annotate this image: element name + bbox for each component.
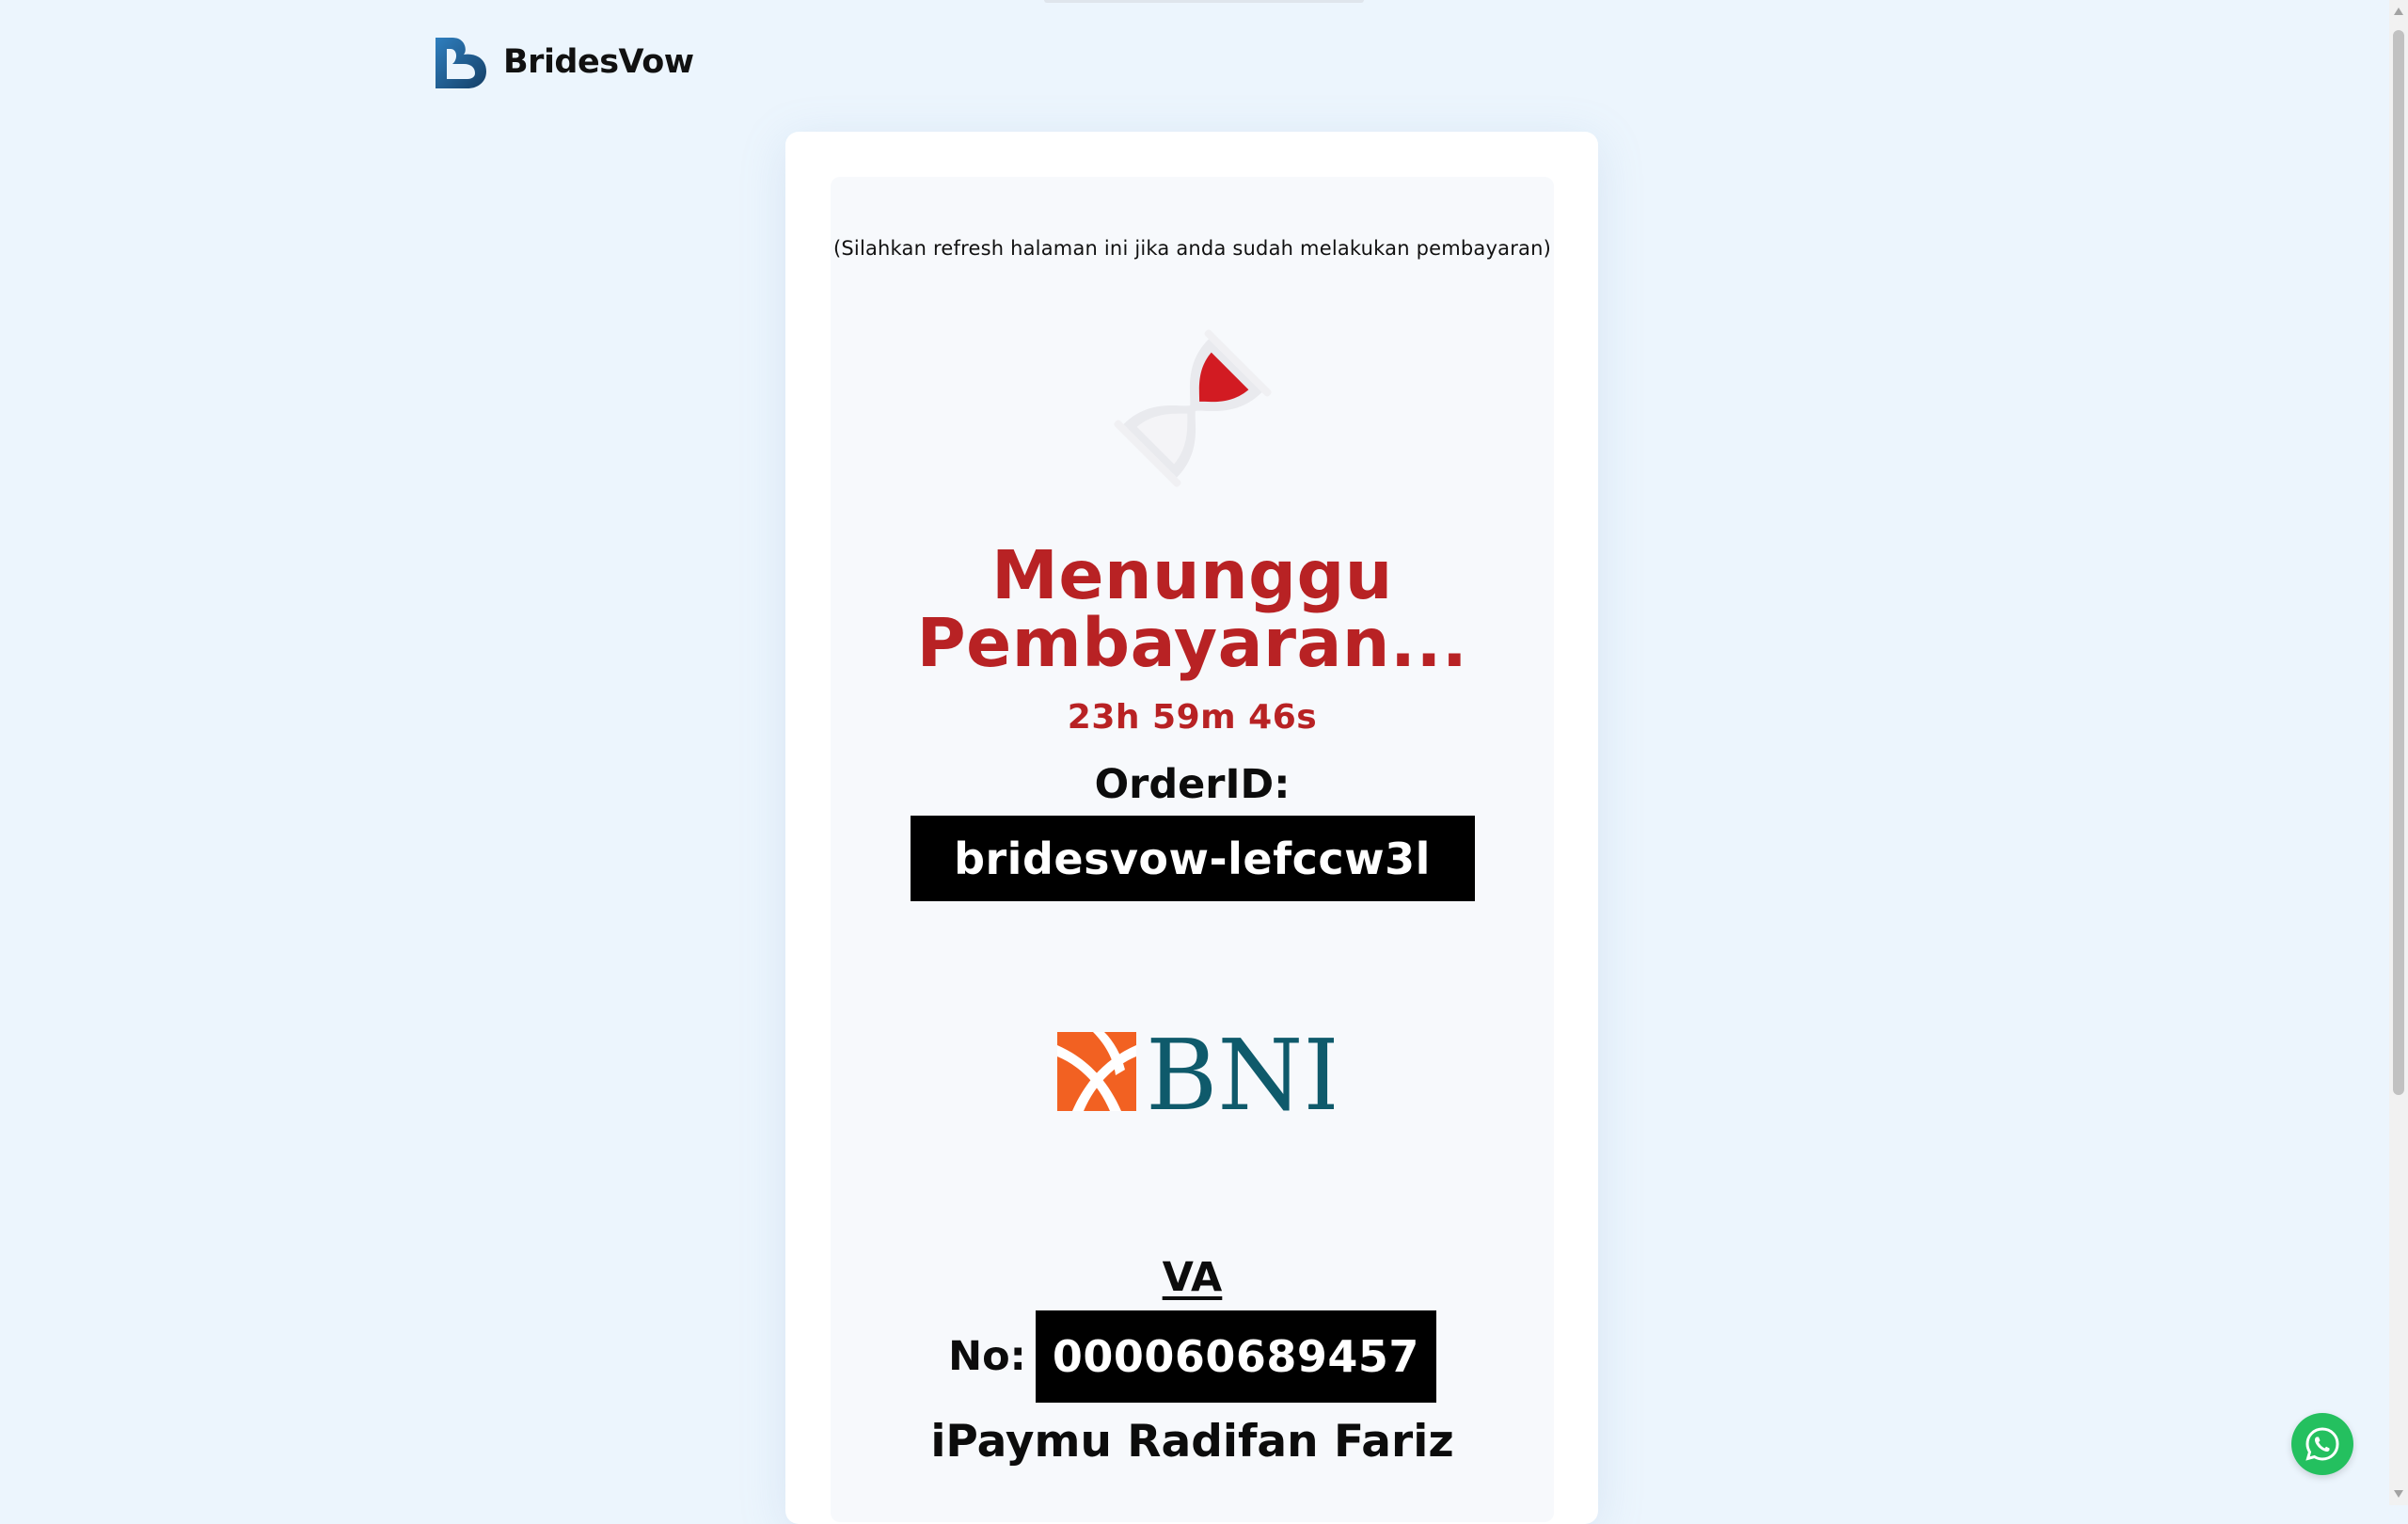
scrollbar-thumb[interactable] [2393, 30, 2404, 1095]
countdown-timer: 23h 59m 46s [1067, 698, 1318, 737]
va-label: VA [1162, 1254, 1223, 1301]
order-id-value: bridesvow-lefccw3l [910, 816, 1475, 901]
account-name: iPaymu Radifan Fariz [930, 1416, 1454, 1468]
top-edge-tab [1044, 0, 1364, 3]
whatsapp-icon [2305, 1427, 2339, 1461]
scroll-up-arrow-icon[interactable] [2394, 8, 2403, 15]
brand-logo[interactable]: BridesVow [430, 32, 694, 92]
bni-logo-text: BNI [1146, 1028, 1334, 1115]
va-number-row: No: 000060689457 [831, 1310, 1554, 1403]
title-line-1: Menunggu [991, 536, 1393, 614]
payment-status-title: Menunggu Pembayaran... [831, 542, 1554, 677]
va-no-label: No: [948, 1333, 1026, 1380]
title-line-2: Pembayaran... [916, 604, 1468, 682]
brand-name: BridesVow [503, 43, 694, 81]
va-number[interactable]: 000060689457 [1035, 1310, 1436, 1403]
heart-logo-icon [430, 32, 490, 92]
payment-content: (Silahkan refresh halaman ini jika anda … [831, 177, 1554, 1468]
scrollbar[interactable] [2389, 0, 2408, 1505]
refresh-note: (Silahkan refresh halaman ini jika anda … [832, 237, 1551, 260]
bni-bank-logo: BNI [1056, 1028, 1334, 1115]
whatsapp-button[interactable] [2291, 1413, 2353, 1475]
order-id-label: OrderID: [1094, 761, 1291, 808]
scroll-down-arrow-icon[interactable] [2394, 1490, 2403, 1498]
hourglass-icon [1113, 329, 1272, 487]
